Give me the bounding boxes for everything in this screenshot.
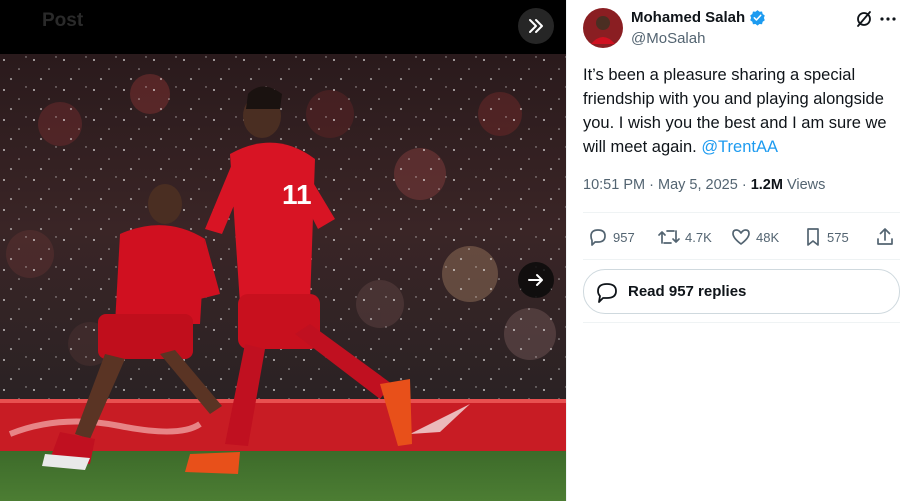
avatar[interactable] xyxy=(583,8,623,53)
arrow-right-icon xyxy=(528,274,543,286)
bookmark-icon xyxy=(807,228,819,246)
tweet-text: It’s been a pleasure sharing a special f… xyxy=(583,63,893,159)
media-header: Post xyxy=(0,0,566,54)
collapse-panel-button[interactable] xyxy=(518,8,554,44)
reply-count: 957 xyxy=(613,229,635,245)
heart-icon xyxy=(732,229,750,245)
reply-icon xyxy=(590,229,606,246)
tweet-date[interactable]: May 5, 2025 xyxy=(658,177,738,193)
meta-separator: · xyxy=(649,177,654,193)
tweet-time[interactable]: 10:51 PM xyxy=(583,177,645,193)
divider xyxy=(583,259,900,260)
post-viewer: Post 11 Mohamed Salah @MoSalah It’s been… xyxy=(0,0,901,501)
views-label: Views xyxy=(786,177,826,193)
grok-icon[interactable] xyxy=(855,10,873,33)
read-replies-button[interactable]: Read 957 replies xyxy=(583,269,900,314)
author-name-row[interactable]: Mohamed Salah xyxy=(631,9,766,26)
meta-separator: · xyxy=(741,177,747,193)
share-button[interactable] xyxy=(875,226,895,248)
page-title: Post xyxy=(42,10,84,31)
next-image-button[interactable] xyxy=(518,262,554,298)
repost-button[interactable]: 4.7K xyxy=(657,226,712,248)
bookmark-count: 575 xyxy=(827,229,849,245)
author-handle[interactable]: @MoSalah xyxy=(631,30,705,47)
like-button[interactable]: 48K xyxy=(730,226,779,248)
verified-badge-icon xyxy=(750,10,765,26)
divider xyxy=(583,212,900,213)
author-name[interactable]: Mohamed Salah xyxy=(631,9,745,26)
bookmark-button[interactable]: 575 xyxy=(803,226,849,248)
tweet-photo[interactable]: 11 xyxy=(0,54,566,501)
svg-text:11: 11 xyxy=(282,179,312,210)
reply-bubble-icon xyxy=(597,282,617,303)
read-replies-label: Read 957 replies xyxy=(628,283,747,300)
divider xyxy=(583,322,900,323)
share-icon xyxy=(877,228,893,245)
repost-count: 4.7K xyxy=(685,229,712,245)
like-count: 48K xyxy=(756,229,780,245)
double-chevron-right-icon xyxy=(529,19,543,33)
views-count: 1.2M xyxy=(750,177,783,193)
more-options-icon[interactable] xyxy=(879,10,897,33)
media-panel: Post 11 xyxy=(0,0,566,501)
reply-button[interactable]: 957 xyxy=(587,226,635,248)
repost-icon xyxy=(658,230,680,244)
tweet-meta: 10:51 PM · May 5, 2025 · 1.2M Views xyxy=(583,177,825,193)
mention-link[interactable]: @TrentAA xyxy=(701,138,778,156)
